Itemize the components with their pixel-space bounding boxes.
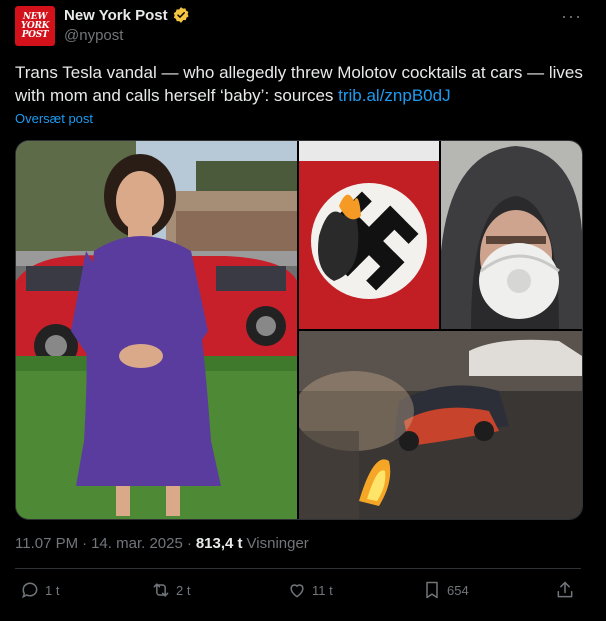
name-row: New York Post <box>64 6 190 24</box>
post-meta: 11.07 PM · 14. mar. 2025 · 813,4 t Visni… <box>15 535 309 552</box>
post-time[interactable]: 11.07 PM <box>15 535 78 552</box>
views-count: 813,4 t <box>195 535 243 552</box>
heart-icon <box>290 584 304 598</box>
verified-badge-icon <box>173 7 189 23</box>
like-count: 11 t <box>312 582 333 598</box>
post-date[interactable]: 14. mar. 2025 <box>91 535 183 552</box>
post-body: Trans Tesla vandal — who allegedly threw… <box>15 63 583 105</box>
translate-post-link[interactable]: Oversæt post <box>15 111 93 126</box>
reply-count: 1 t <box>45 582 60 598</box>
share-icon <box>557 581 573 598</box>
reply-icon <box>22 582 38 599</box>
meta-separator: · <box>186 535 192 552</box>
bookmark-count: 654 <box>447 582 469 598</box>
avatar-line: POST <box>21 29 49 40</box>
display-name[interactable]: New York Post <box>64 7 168 24</box>
meta-separator: · <box>82 535 88 552</box>
share-button[interactable] <box>555 580 575 600</box>
like-button[interactable]: 11 t <box>287 580 333 600</box>
reply-button[interactable]: 1 t <box>20 580 59 600</box>
action-bar: 1 t 2 t 11 t 654 <box>15 580 581 608</box>
post-text: Trans Tesla vandal — who allegedly threw… <box>15 61 585 107</box>
repost-icon <box>153 583 169 597</box>
tweet: NEW YORK POST New York Post @nypost ··· … <box>0 0 606 621</box>
repost-button[interactable]: 2 t <box>151 580 190 600</box>
burning-car-night-photo[interactable] <box>299 331 582 519</box>
more-options-icon[interactable]: ··· <box>561 6 582 27</box>
bookmark-icon <box>426 581 438 599</box>
media-grid <box>15 140 583 520</box>
masked-person-photo[interactable] <box>441 141 582 329</box>
handle[interactable]: @nypost <box>64 27 123 44</box>
post-link[interactable]: trib.al/znpB0dJ <box>338 86 450 105</box>
avatar[interactable]: NEW YORK POST <box>15 6 55 46</box>
person-in-purple-dress-photo[interactable] <box>16 141 297 519</box>
divider <box>15 568 581 569</box>
repost-count: 2 t <box>176 582 191 598</box>
burning-swastika-flag-photo[interactable] <box>299 141 439 329</box>
bookmark-button[interactable]: 654 <box>422 580 469 600</box>
views-label: Visninger <box>246 535 309 552</box>
